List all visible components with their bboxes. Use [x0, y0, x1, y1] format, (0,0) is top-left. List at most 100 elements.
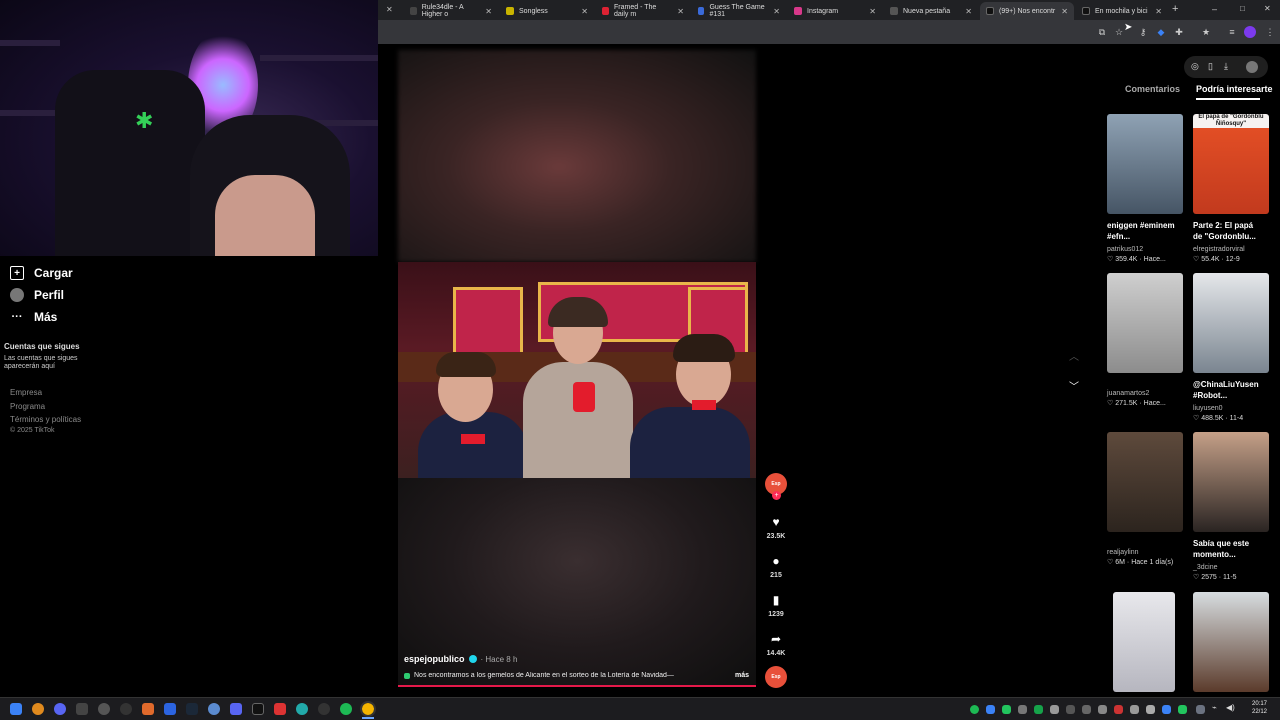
- extensions-puzzle-icon[interactable]: ✚: [1173, 26, 1185, 38]
- browser-menu-icon[interactable]: ⋮: [1264, 26, 1276, 38]
- tray-icon[interactable]: [1034, 705, 1043, 714]
- tab-close-icon[interactable]: ✕: [485, 7, 492, 16]
- footer-link-terms[interactable]: Términos y políticas: [10, 415, 81, 424]
- footer-link-program[interactable]: Programa: [10, 402, 45, 411]
- recommended-video-card[interactable]: Sabía que este momento... _3dcine ♡ 2575…: [1193, 432, 1269, 583]
- footer-link-company[interactable]: Empresa: [10, 388, 42, 397]
- app-icon[interactable]: [164, 703, 176, 715]
- app-icon[interactable]: [98, 703, 110, 715]
- app-icon[interactable]: [142, 703, 154, 715]
- app-icon[interactable]: [208, 703, 220, 715]
- share-button[interactable]: ➦ 14.4K: [766, 632, 786, 657]
- steam-icon[interactable]: [186, 703, 198, 715]
- music-disc[interactable]: Esp: [765, 666, 787, 688]
- video-thumbnail[interactable]: [1107, 273, 1183, 373]
- discord-icon[interactable]: [230, 703, 242, 715]
- like-button[interactable]: ♥ 23.5K: [766, 515, 786, 540]
- close-side-tab-icon[interactable]: ✕: [386, 5, 393, 14]
- app-icon[interactable]: [296, 703, 308, 715]
- tab-close-icon[interactable]: ✕: [869, 7, 876, 16]
- tray-icon[interactable]: [1162, 705, 1171, 714]
- tab-close-icon[interactable]: ✕: [1061, 7, 1068, 16]
- card-author[interactable]: juanamartos2: [1107, 389, 1183, 399]
- video-author[interactable]: espejopublico: [404, 654, 465, 664]
- save-button[interactable]: ▮ 1239: [766, 593, 786, 618]
- video-progress-bar[interactable]: [398, 685, 756, 687]
- profile-avatar-icon[interactable]: [1244, 26, 1256, 38]
- explore-icon[interactable]: ◎: [1191, 61, 1199, 72]
- new-tab-button[interactable]: +: [1172, 3, 1178, 15]
- app-icon[interactable]: [274, 703, 286, 715]
- tray-icon[interactable]: [1178, 705, 1187, 714]
- browser-tab[interactable]: Songless ✕: [500, 2, 594, 20]
- nav-more[interactable]: ··· Más: [10, 310, 58, 324]
- recommended-video-card[interactable]: realjaylinn ♡ 6M · Hace 1 día(s): [1107, 432, 1183, 568]
- video-thumbnail[interactable]: [1107, 114, 1183, 214]
- browser-tab[interactable]: Rule34dle - A Higher o ✕: [404, 2, 498, 20]
- obs-icon[interactable]: [120, 703, 132, 715]
- video-thumbnail[interactable]: [1113, 592, 1175, 692]
- browser-tab[interactable]: En mochila y bici ✕: [1076, 2, 1168, 20]
- minimize-button[interactable]: –: [1212, 4, 1217, 14]
- browser-tab[interactable]: Instagram ✕: [788, 2, 882, 20]
- tab-close-icon[interactable]: ✕: [581, 7, 588, 16]
- browser-tab[interactable]: Framed - The daily m ✕: [596, 2, 690, 20]
- recommended-video-card[interactable]: [1113, 592, 1189, 692]
- recommended-video-card[interactable]: [1193, 592, 1269, 692]
- tray-icon[interactable]: [986, 705, 995, 714]
- password-key-icon[interactable]: ⚷: [1137, 26, 1149, 38]
- browser-tab[interactable]: Nueva pestaña ✕: [884, 2, 978, 20]
- tray-icon[interactable]: [1130, 705, 1139, 714]
- tray-icon[interactable]: [1050, 705, 1059, 714]
- nav-upload[interactable]: + Cargar: [10, 266, 73, 280]
- tray-icon[interactable]: [1082, 705, 1091, 714]
- tab-close-icon[interactable]: ✕: [677, 7, 684, 16]
- card-author[interactable]: _3dcine: [1193, 563, 1269, 573]
- network-icon[interactable]: ⌁: [1212, 703, 1217, 712]
- recommended-video-card[interactable]: El papá de "Gordonblu Ñiñosquy" Parte 2:…: [1193, 114, 1269, 265]
- tab-you-may-like[interactable]: Podría interesarte: [1196, 84, 1273, 94]
- recommended-video-card[interactable]: @ChinaLiuYusen #Robot... liuyusen0 ♡ 488…: [1193, 273, 1269, 424]
- tab-close-icon[interactable]: ✕: [965, 7, 972, 16]
- tray-icon[interactable]: [1196, 705, 1205, 714]
- video-thumbnail[interactable]: [1193, 592, 1269, 692]
- tray-icon[interactable]: [1098, 705, 1107, 714]
- media-controls-icon[interactable]: ≡: [1226, 26, 1238, 38]
- tray-icon[interactable]: [1146, 705, 1155, 714]
- card-author[interactable]: patrikus012: [1107, 245, 1183, 255]
- bookmarks-icon[interactable]: ★: [1200, 26, 1212, 38]
- taskbar-clock[interactable]: 20:17 22/12: [1252, 700, 1267, 716]
- card-author[interactable]: liuyusen0: [1193, 404, 1269, 414]
- tiktok-icon[interactable]: [252, 703, 264, 715]
- user-avatar-icon[interactable]: [1246, 61, 1258, 73]
- volume-icon[interactable]: ◀): [1226, 703, 1235, 712]
- next-video-icon[interactable]: ﹀: [1068, 378, 1080, 393]
- tab-close-icon[interactable]: ✕: [1155, 7, 1162, 16]
- comment-button[interactable]: ● 215: [766, 554, 786, 579]
- card-author[interactable]: realjaylinn: [1107, 548, 1183, 558]
- tray-icon[interactable]: [1114, 705, 1123, 714]
- tray-icon[interactable]: [1018, 705, 1027, 714]
- browser-tab[interactable]: Guess The Game #131 ✕: [692, 2, 786, 20]
- device-icon[interactable]: ▯: [1208, 61, 1213, 72]
- recommended-video-card[interactable]: juanamartos2 ♡ 271.5K · Hace...: [1107, 273, 1183, 409]
- video-thumbnail[interactable]: [1193, 432, 1269, 532]
- tab-comments[interactable]: Comentarios: [1125, 84, 1180, 94]
- vpn-icon[interactable]: [54, 703, 66, 715]
- video-player[interactable]: [398, 262, 756, 478]
- spotify-icon[interactable]: [340, 703, 352, 715]
- video-thumbnail[interactable]: El papá de "Gordonblu Ñiñosquy": [1193, 114, 1269, 214]
- video-thumbnail[interactable]: [1193, 273, 1269, 373]
- nav-profile[interactable]: Perfil: [10, 288, 64, 302]
- tray-spotify-icon[interactable]: [970, 705, 979, 714]
- previous-video-icon[interactable]: ︿: [1068, 348, 1080, 363]
- app-icon[interactable]: [318, 703, 330, 715]
- tray-icon[interactable]: [1066, 705, 1075, 714]
- maximize-button[interactable]: □: [1240, 4, 1245, 13]
- card-author[interactable]: elregistradorviral: [1193, 245, 1269, 255]
- install-app-icon[interactable]: ⧉: [1096, 26, 1108, 38]
- search-icon[interactable]: [32, 703, 44, 715]
- download-icon[interactable]: ⤓: [1224, 61, 1228, 72]
- close-window-button[interactable]: ✕: [1264, 4, 1271, 13]
- tab-close-icon[interactable]: ✕: [773, 7, 780, 16]
